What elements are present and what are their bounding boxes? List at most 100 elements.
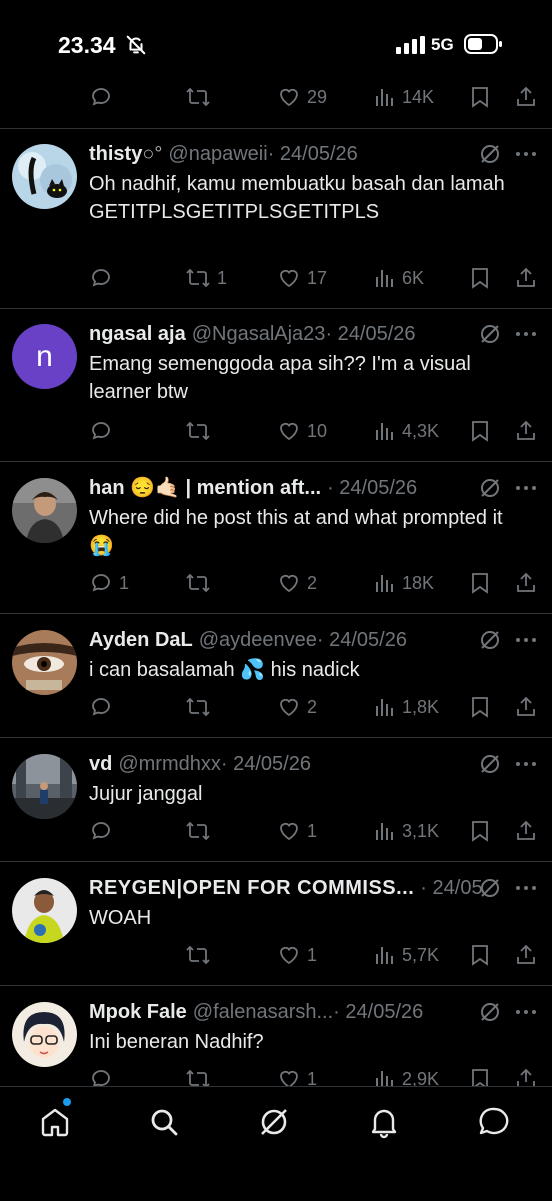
reply-button[interactable] — [89, 692, 113, 722]
grok-icon[interactable] — [478, 628, 502, 657]
reply-button[interactable] — [89, 263, 113, 293]
reply-button[interactable]: 1 — [89, 568, 129, 598]
reply-button[interactable] — [89, 816, 113, 846]
retweet-button[interactable] — [185, 816, 211, 846]
display-name[interactable]: Mpok Fale — [89, 1001, 187, 1023]
views-button[interactable]: 5,7K — [374, 940, 439, 970]
share-button[interactable] — [514, 940, 538, 970]
tweet-date: · 24/05/26 — [325, 323, 416, 345]
search-tab[interactable] — [147, 1105, 181, 1139]
reply-button[interactable] — [89, 416, 113, 446]
avatar[interactable] — [12, 144, 77, 209]
avatar[interactable] — [12, 1002, 77, 1067]
share-button[interactable] — [514, 82, 538, 112]
views-button[interactable]: 18K — [374, 568, 434, 598]
grok-icon[interactable] — [478, 1000, 502, 1029]
tweet-text: WOAH — [89, 907, 152, 929]
display-name[interactable]: ngasal aja — [89, 323, 186, 345]
share-icon — [517, 696, 535, 716]
display-name[interactable]: han 😔🤙🏻 | mention aft... — [89, 477, 321, 499]
like-button[interactable]: 2 — [277, 568, 317, 598]
bookmark-button[interactable] — [469, 568, 491, 598]
bookmark-button[interactable] — [469, 416, 491, 446]
views-button[interactable]: 6K — [374, 263, 424, 293]
views-button[interactable]: 3,1K — [374, 816, 439, 846]
bookmark-button[interactable] — [469, 940, 491, 970]
retweet-button[interactable] — [185, 416, 211, 446]
retweet-button[interactable] — [185, 692, 211, 722]
more-icon[interactable] — [514, 876, 538, 905]
share-button[interactable] — [514, 816, 538, 846]
tweet-actions: 1 2 18K — [0, 568, 552, 598]
avatar[interactable] — [12, 878, 77, 943]
more-icon[interactable] — [514, 752, 538, 781]
tweet-text: Emang semenggoda apa sih?? I'm a visual … — [89, 353, 471, 403]
share-button[interactable] — [514, 416, 538, 446]
avatar[interactable] — [12, 754, 77, 819]
views-button[interactable]: 1,8K — [374, 692, 439, 722]
user-handle[interactable]: @aydeenvee — [199, 629, 317, 651]
like-button[interactable]: 17 — [277, 263, 327, 293]
grok-icon[interactable] — [478, 142, 502, 171]
reply-icon — [92, 269, 110, 287]
bookmark-button[interactable] — [469, 82, 491, 112]
grok-tab[interactable] — [257, 1105, 291, 1139]
share-button[interactable] — [514, 568, 538, 598]
views-icon — [376, 270, 393, 287]
tweet-actions: 1 5,7K — [0, 940, 552, 970]
user-handle[interactable]: @NgasalAja23 — [192, 323, 326, 345]
retweet-button[interactable] — [185, 568, 211, 598]
more-icon[interactable] — [514, 476, 538, 505]
share-button[interactable] — [514, 692, 538, 722]
messages-tab[interactable] — [477, 1105, 511, 1139]
like-count: 2 — [307, 696, 318, 717]
avatar[interactable] — [12, 630, 77, 695]
bookmark-button[interactable] — [469, 692, 491, 722]
display-name[interactable]: vd — [89, 753, 112, 775]
more-icon[interactable] — [514, 142, 538, 171]
tweet-date: · 24/05/26 — [420, 877, 482, 899]
like-button[interactable]: 1 — [277, 940, 317, 970]
more-icon[interactable] — [514, 628, 538, 657]
grok-icon[interactable] — [478, 476, 502, 505]
share-icon — [517, 944, 535, 964]
like-button[interactable]: 10 — [277, 416, 327, 446]
home-tab[interactable] — [38, 1105, 72, 1139]
display-name[interactable]: REYGEN|OPEN FOR COMMISS... — [89, 877, 414, 899]
retweet-button[interactable] — [185, 82, 211, 112]
divider — [0, 461, 552, 462]
share-icon — [517, 420, 535, 440]
views-button[interactable]: 14K — [374, 82, 434, 112]
divider — [0, 128, 552, 129]
like-button[interactable]: 2 — [277, 692, 317, 722]
share-button[interactable] — [514, 263, 538, 293]
notifications-tab[interactable] — [367, 1105, 401, 1139]
display-name[interactable]: thisty — [89, 143, 142, 165]
grok-icon[interactable] — [478, 876, 502, 905]
avatar[interactable] — [12, 478, 77, 543]
bookmark-button[interactable] — [469, 263, 491, 293]
more-icon[interactable] — [514, 322, 538, 351]
share-icon — [517, 267, 535, 287]
grok-icon[interactable] — [478, 752, 502, 781]
bookmark-button[interactable] — [469, 816, 491, 846]
user-handle[interactable]: @napaweii — [168, 143, 267, 165]
divider — [0, 861, 552, 862]
views-count: 4,3K — [402, 420, 440, 441]
reply-button[interactable] — [89, 82, 113, 112]
user-handle[interactable]: @falenasarsh... — [193, 1001, 333, 1023]
avatar[interactable]: n — [12, 324, 77, 389]
retweet-button[interactable] — [185, 940, 211, 970]
retweet-button[interactable]: 1 — [185, 263, 227, 293]
retweet-icon — [186, 697, 210, 717]
views-button[interactable]: 4,3K — [374, 416, 439, 446]
tweet-header: thisty○° @napaweii· 24/05/26 — [89, 140, 482, 168]
display-name[interactable]: Ayden DaL — [89, 629, 193, 651]
more-icon[interactable] — [514, 1000, 538, 1029]
like-button[interactable]: 1 — [277, 816, 317, 846]
like-button[interactable]: 29 — [277, 82, 327, 112]
like-icon — [280, 574, 298, 593]
user-handle[interactable]: @mrmdhxx — [118, 753, 221, 775]
grok-icon[interactable] — [478, 322, 502, 351]
tweet-date: · 24/05/26 — [267, 143, 358, 165]
